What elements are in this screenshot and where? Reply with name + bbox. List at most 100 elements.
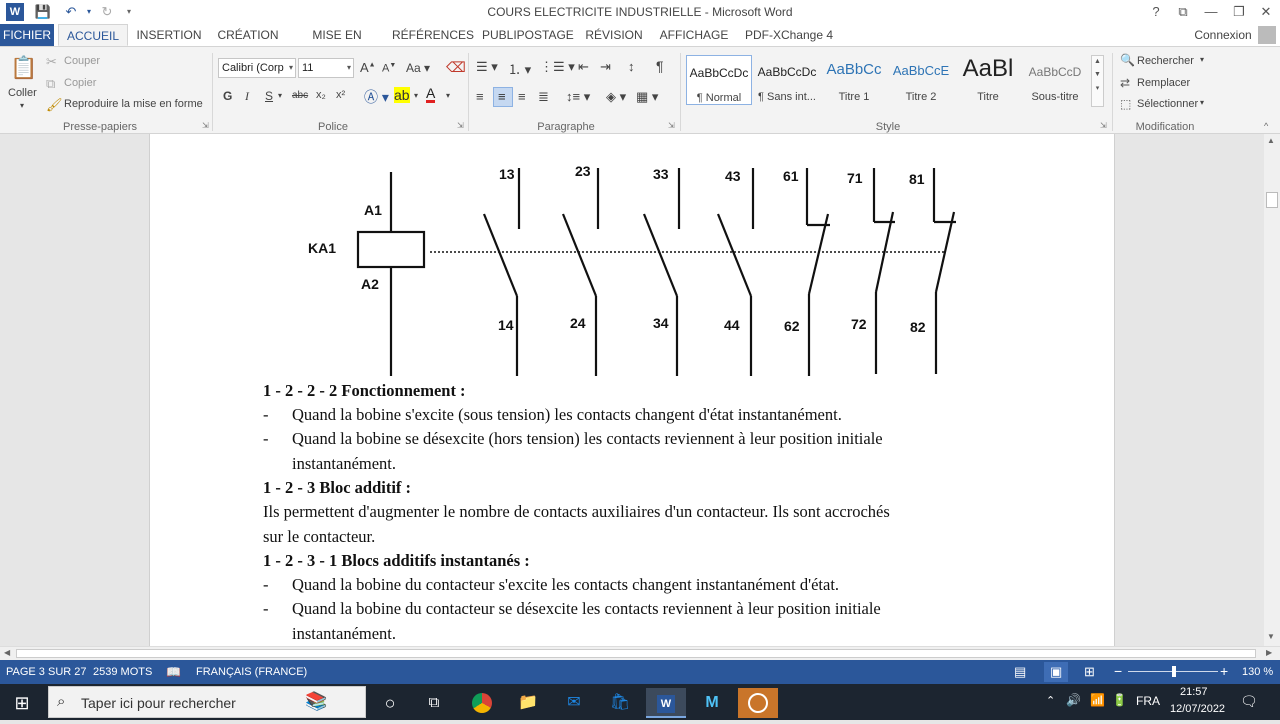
align-center-icon[interactable]: ≡ [493, 87, 513, 107]
shrink-font-icon[interactable]: A▼ [382, 62, 396, 75]
help-icon[interactable]: ? [1145, 2, 1167, 22]
show-formatting-icon[interactable]: ¶ [656, 58, 664, 74]
clear-formatting-icon[interactable]: ⌫ [446, 59, 466, 76]
find-dropdown-icon[interactable]: ▾ [1200, 55, 1204, 64]
find-button[interactable]: Rechercher [1137, 55, 1194, 67]
underline-button[interactable]: S [265, 89, 273, 103]
numbering-icon[interactable]: ⒈ ▾ [508, 59, 531, 78]
restore-icon[interactable]: ❐ [1228, 2, 1250, 22]
cut-button[interactable]: Couper [64, 55, 100, 67]
highlight-dropdown-icon[interactable]: ▾ [414, 91, 418, 100]
volume-icon[interactable]: 🔊 [1066, 693, 1081, 707]
tab-insertion[interactable]: INSERTION [136, 24, 202, 46]
style-normal[interactable]: AaBbCcDc ¶ Normal [686, 55, 752, 105]
text-effects-icon[interactable]: Ⓐ ▾ [364, 87, 389, 107]
select-dropdown-icon[interactable]: ▾ [1200, 98, 1204, 107]
app-m-icon[interactable]: M [692, 688, 732, 718]
style-subtitle[interactable]: AaBbCcD Sous-titre [1022, 55, 1088, 105]
font-launcher-icon[interactable]: ⇲ [457, 121, 464, 130]
tab-pdf-xchange[interactable]: PDF-XChange 4 [744, 24, 834, 46]
style-heading-2[interactable]: AaBbCcE Titre 2 [888, 55, 954, 105]
show-hidden-icons[interactable]: ⌃ [1046, 694, 1055, 707]
sort-icon[interactable]: ↕ [628, 59, 635, 74]
borders-icon[interactable]: ▦ ▾ [636, 89, 658, 105]
tab-references[interactable]: RÉFÉRENCES [392, 24, 474, 46]
ribbon-display-icon[interactable]: ⧉ [1172, 2, 1194, 22]
wifi-icon[interactable]: 📶 [1090, 693, 1105, 707]
minimize-icon[interactable]: — [1200, 2, 1222, 22]
page-count[interactable]: PAGE 3 SUR 27 [6, 666, 87, 678]
battery-icon[interactable]: 🔋 [1112, 693, 1127, 707]
select-button[interactable]: Sélectionner [1137, 98, 1198, 110]
cortana-icon[interactable]: ○ [370, 688, 410, 718]
proofing-icon[interactable]: 📖 [166, 665, 181, 679]
align-right-icon[interactable]: ≡ [518, 89, 526, 104]
windows-start-icon[interactable]: ⊞ [2, 688, 42, 718]
italic-button[interactable]: I [245, 89, 249, 104]
print-layout-icon[interactable]: ▣ [1044, 662, 1068, 682]
tab-mise-en-page[interactable]: MISE EN PAGE [296, 24, 378, 64]
multilevel-list-icon[interactable]: ⋮☰ ▾ [540, 59, 575, 75]
font-color-dropdown-icon[interactable]: ▾ [446, 91, 450, 100]
select-icon[interactable]: ⬚ [1120, 97, 1131, 111]
vertical-scrollbar[interactable]: ▲ ▼ [1264, 134, 1280, 646]
paste-button[interactable]: Coller [8, 87, 37, 99]
paste-icon[interactable]: 📋 [10, 55, 38, 85]
store-icon[interactable]: 🛍 [600, 688, 640, 718]
scroll-right-icon[interactable]: ▶ [1266, 648, 1272, 657]
avatar[interactable] [1258, 26, 1276, 44]
grow-font-icon[interactable]: A▲ [360, 60, 376, 75]
font-color-icon[interactable]: A [426, 86, 436, 103]
bold-button[interactable]: G [223, 89, 232, 103]
paragraph-launcher-icon[interactable]: ⇲ [668, 121, 675, 130]
tab-publipostage[interactable]: PUBLIPOSTAGE [482, 24, 574, 46]
scroll-down-icon[interactable]: ▼ [1092, 71, 1103, 78]
strikethrough-button[interactable]: abc [292, 90, 308, 101]
styles-launcher-icon[interactable]: ⇲ [1100, 121, 1107, 130]
chrome-icon[interactable] [462, 688, 502, 718]
document-page[interactable]: A1 KA1 A2 13 23 33 43 61 71 81 14 24 34 … [149, 134, 1115, 646]
styles-gallery-scroll[interactable]: ▲ ▼ ▾ [1091, 55, 1104, 107]
zoom-slider-thumb[interactable] [1172, 666, 1176, 677]
account-signin[interactable]: Connexion [1190, 24, 1256, 46]
language-indicator[interactable]: FRANÇAIS (FRANCE) [196, 666, 307, 678]
format-painter-icon[interactable]: 🖌 [46, 97, 63, 113]
cut-icon[interactable]: ✂ [46, 54, 57, 70]
replace-button[interactable]: Remplacer [1137, 77, 1190, 89]
style-no-spacing[interactable]: AaBbCcDc ¶ Sans int... [754, 55, 820, 105]
collapse-ribbon-icon[interactable]: ^ [1264, 121, 1268, 131]
recorder-icon[interactable] [738, 688, 778, 718]
tab-fichier[interactable]: FICHIER [0, 24, 54, 46]
find-icon[interactable]: 🔍 [1120, 53, 1135, 67]
web-layout-icon[interactable]: ⊞ [1084, 664, 1095, 680]
word-count[interactable]: 2539 MOTS [93, 666, 152, 678]
copy-button[interactable]: Copier [64, 77, 96, 89]
scroll-down-icon[interactable]: ▼ [1267, 632, 1275, 641]
taskbar-search-input[interactable] [81, 693, 291, 713]
scroll-thumb[interactable] [1266, 192, 1278, 208]
clock-date[interactable]: 12/07/2022 [1170, 703, 1225, 715]
clock-time[interactable]: 21:57 [1180, 686, 1208, 698]
tab-affichage[interactable]: AFFICHAGE [658, 24, 730, 46]
style-title[interactable]: AaBl Titre [955, 55, 1021, 105]
hscroll-thumb[interactable] [16, 649, 1256, 658]
format-painter-button[interactable]: Reproduire la mise en forme [64, 98, 203, 110]
task-view-icon[interactable]: ⧉ [414, 688, 454, 718]
align-left-icon[interactable]: ≡ [476, 89, 484, 104]
zoom-in-icon[interactable]: + [1220, 663, 1228, 679]
scroll-up-icon[interactable]: ▲ [1267, 136, 1275, 145]
underline-dropdown-icon[interactable]: ▾ [278, 91, 282, 100]
close-icon[interactable]: ✕ [1255, 2, 1277, 22]
mail-icon[interactable]: ✉ [554, 688, 594, 718]
tab-creation[interactable]: CRÉATION [214, 24, 282, 46]
change-case-icon[interactable]: Aa ▾ [406, 61, 430, 75]
file-explorer-icon[interactable]: 📁 [508, 688, 548, 718]
line-spacing-icon[interactable]: ↕≡ ▾ [566, 89, 590, 105]
superscript-button[interactable]: x² [336, 89, 345, 101]
font-size-dropdown[interactable]: 11 ▾ [298, 58, 354, 78]
paste-dropdown-icon[interactable]: ▾ [20, 101, 24, 110]
subscript-button[interactable]: x₂ [316, 89, 326, 101]
shading-icon[interactable]: ◈ ▾ [606, 89, 626, 105]
more-styles-icon[interactable]: ▾ [1092, 84, 1103, 92]
taskbar-search-box[interactable]: ⌕ 📚 [48, 686, 366, 718]
